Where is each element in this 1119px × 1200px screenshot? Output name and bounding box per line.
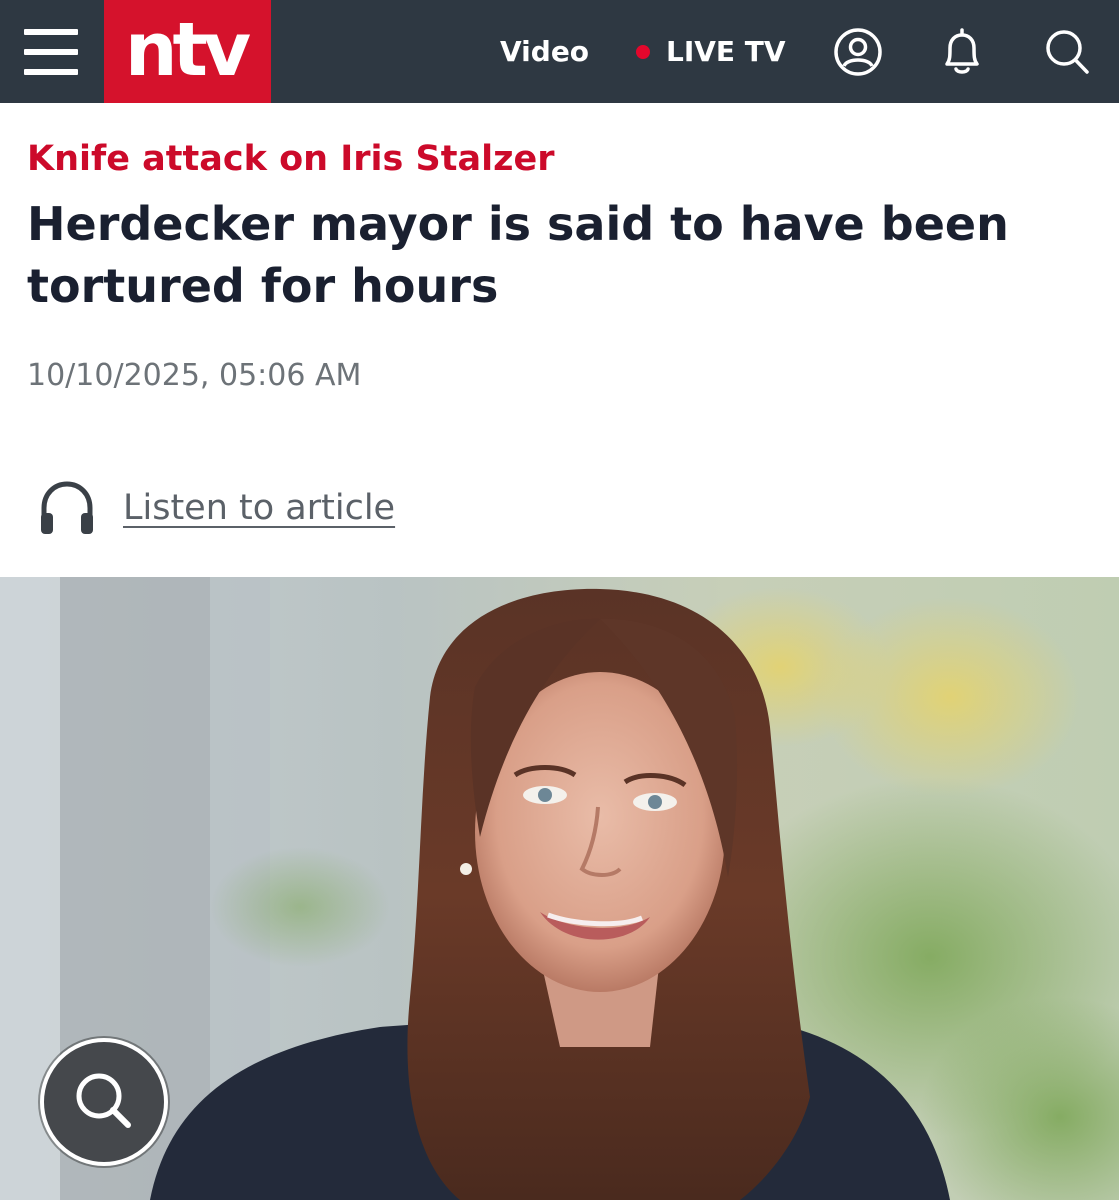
portrait-illustration (0, 577, 1119, 1200)
search-icon[interactable] (1041, 26, 1093, 78)
top-navigation-bar: ntv Video LIVE TV (0, 0, 1119, 103)
article-kicker: Knife attack on Iris Stalzer (27, 139, 555, 179)
image-zoom-button[interactable] (40, 1038, 168, 1166)
ntv-logo[interactable]: ntv (104, 0, 271, 103)
bell-icon[interactable] (936, 26, 988, 78)
nav-live-tv-link[interactable]: LIVE TV (636, 34, 786, 70)
headphones-icon (38, 478, 96, 538)
nav-video-link[interactable]: Video (500, 34, 589, 70)
magnifier-icon (76, 1073, 131, 1128)
live-indicator-dot (636, 45, 650, 59)
article-date: 10/10/2025, 05:06 AM (27, 358, 362, 393)
article-hero-photo[interactable] (0, 577, 1119, 1200)
listen-to-article-label: Listen to article (123, 488, 396, 528)
live-tv-label: LIVE TV (666, 35, 786, 68)
article-headline: Herdecker mayor is said to have been tor… (27, 197, 1009, 313)
menu-icon[interactable] (24, 29, 80, 75)
user-icon[interactable] (832, 26, 884, 78)
listen-to-article-button[interactable]: Listen to article (38, 478, 395, 538)
